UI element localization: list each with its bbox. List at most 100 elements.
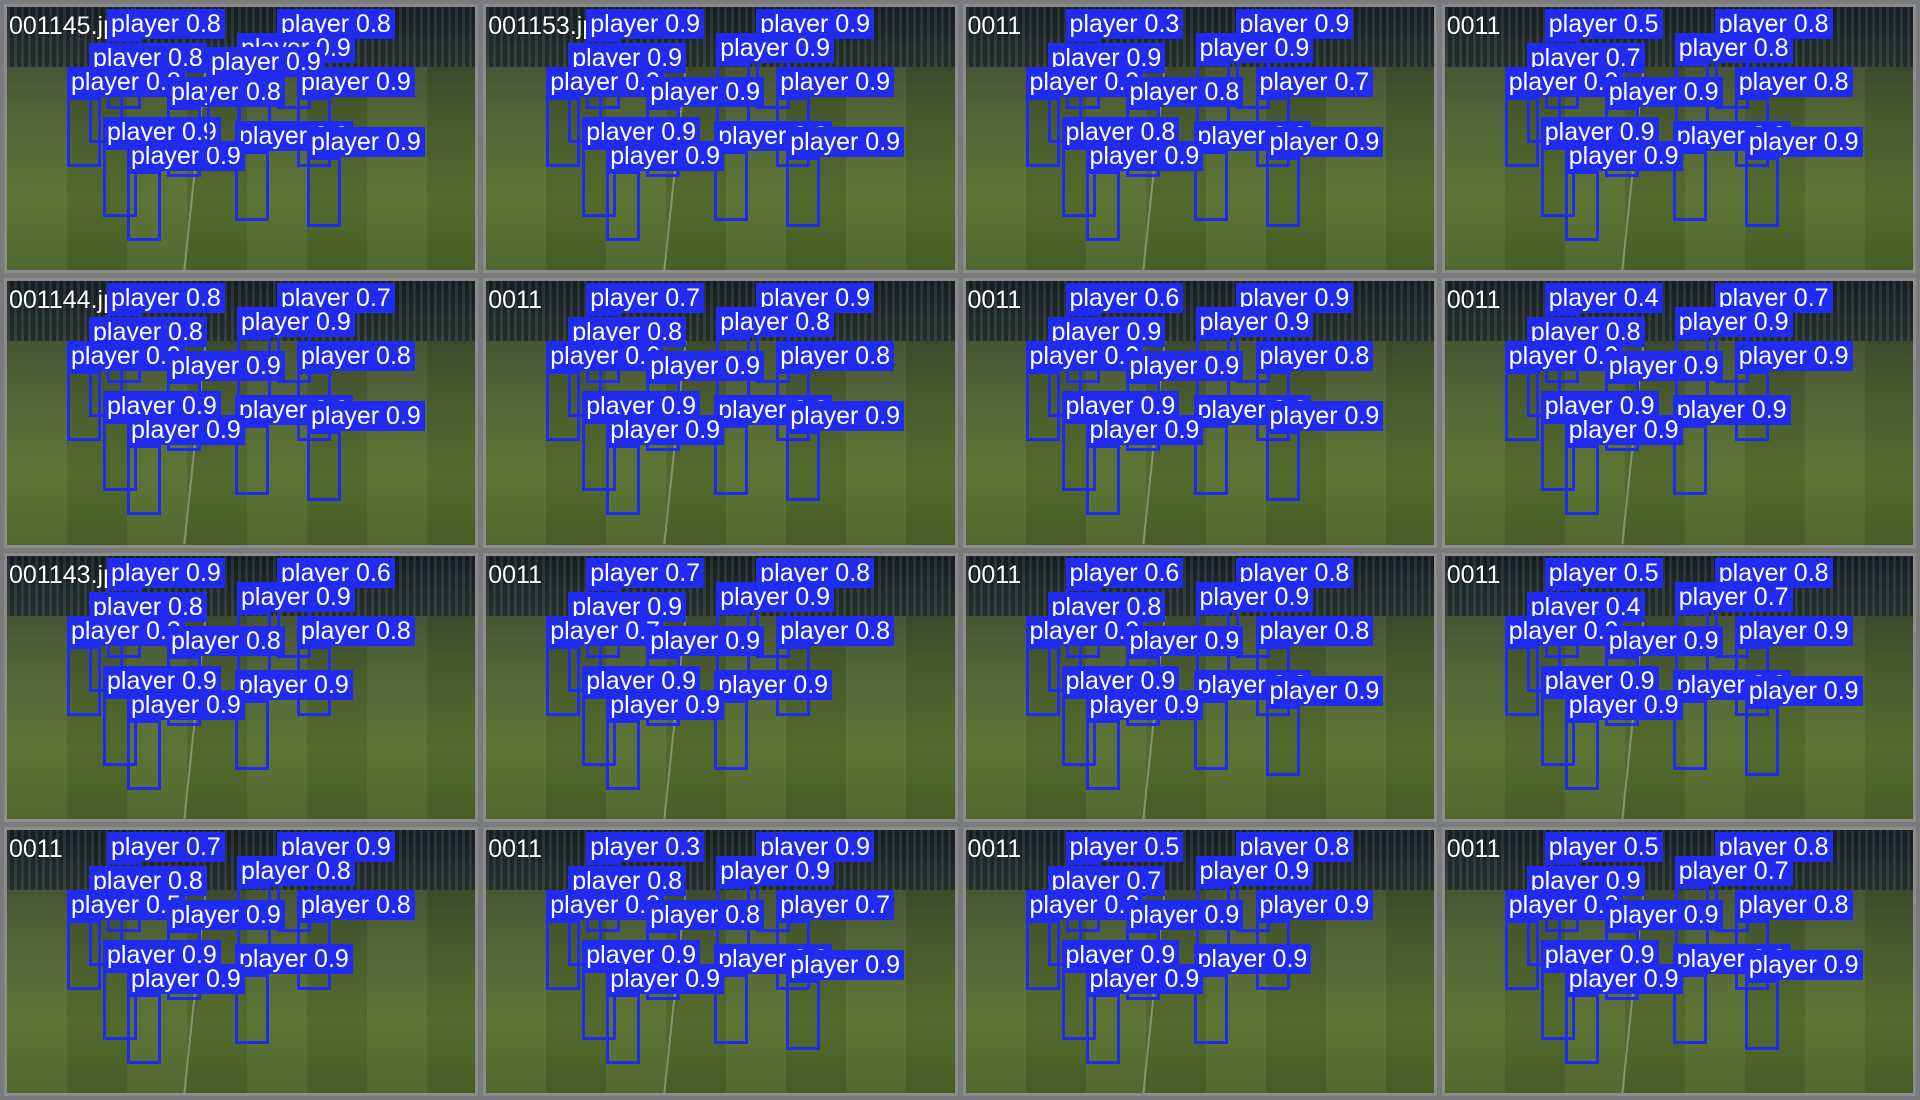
detection-label: player 0.9 [786,127,905,157]
detection-class: player [1738,616,1807,645]
detection-label: player 0.9 [586,9,705,39]
detection-label: player 0.9 [1564,141,1683,171]
image-tile[interactable]: 0011 player 0.5 player 0.8 player 0.7 player… [962,826,1437,1096]
detection-class: player [1738,342,1807,371]
image-tile[interactable]: 001144.jpg player 0.8 player 0.7 player 0.8… [4,278,479,548]
detection-confidence: 0.8 [1334,616,1370,645]
image-tile[interactable]: 0011 player 0.3 player 0.9 player 0.8 player… [483,826,958,1096]
image-tile[interactable]: 0011 player 0.3 player 0.9 player 0.9 player… [962,4,1437,274]
detection-confidence: 0.7 [1753,856,1789,885]
detection-class: player [1069,284,1138,313]
image-tile[interactable]: 0011 player 0.6 player 0.8 player 0.8 player… [962,552,1437,822]
detection-box [1744,705,1779,776]
detection-label: player 0.4 [1544,283,1663,314]
detection-confidence: 0.9 [1751,396,1787,425]
detection-box [1265,431,1300,502]
image-tile[interactable]: 001145.jpg player 0.8 player 0.8 player 0.8… [4,4,479,274]
detection-label: player 0.9 [1085,415,1204,446]
detection-confidence: 0.9 [314,670,349,699]
detection-class: player [131,142,200,170]
detection-class: player [590,832,659,861]
detection-label: player 0.9 [716,33,835,63]
detection-confidence: 0.9 [206,964,241,993]
detection-confidence: 0.9 [206,416,241,445]
detection-class: player [1199,308,1268,337]
detection-class: player [1199,582,1268,611]
detection-class: player [1608,626,1677,655]
detection-confidence: 0.9 [865,950,901,979]
detection-class: player [1508,68,1577,96]
detection-class: player [1069,832,1138,861]
image-tile[interactable]: 0011 player 0.7 player 0.8 player 0.9 player… [483,552,958,822]
tile-filename: 0011 [967,560,1022,589]
detection-confidence: 0.9 [246,900,281,929]
detection-confidence: 0.9 [1683,626,1719,655]
image-tile[interactable]: 0011 player 0.7 player 0.9 player 0.8 player… [483,278,958,548]
detection-confidence: 0.9 [1823,676,1859,705]
image-tile[interactable]: 0011 player 0.5 player 0.8 player 0.7 player… [1441,4,1916,274]
detection-class: player [171,900,240,929]
image-tile[interactable]: 0011 player 0.7 player 0.9 player 0.8 player… [4,826,479,1096]
detection-class: player [1676,670,1745,699]
detection-label: player 0.9 [716,581,835,612]
image-tile[interactable]: 0011 player 0.5 player 0.8 player 0.4 player… [1441,552,1916,822]
detection-class: player [241,308,310,337]
detection-class: player [1508,890,1577,919]
detection-class: player [311,128,380,156]
detection-class: player [71,342,140,371]
detection-label: player 0.9 [606,689,725,720]
detection-class: player [790,402,859,431]
detection-confidence: 0.9 [685,416,721,445]
detection-label: player 0.9 [1195,855,1314,886]
detection-class: player [1748,676,1817,705]
image-tile[interactable]: 0011 player 0.5 player 0.8 player 0.9 player… [1441,826,1916,1096]
detection-box [1564,993,1599,1064]
detection-box [1265,705,1300,776]
detection-confidence: 0.9 [835,832,871,861]
detection-class: player [1129,78,1198,106]
detection-label: player 0.3 [586,831,705,862]
detection-class: player [610,416,679,445]
detection-confidence: 0.9 [246,352,281,381]
detection-box [606,171,641,241]
detection-confidence: 0.9 [356,832,391,861]
detection-box [1025,371,1060,442]
detection-confidence: 0.7 [855,890,891,919]
tile-filename: 0011 [488,286,543,315]
detection-confidence: 0.9 [1823,950,1859,979]
detection-class: player [1269,402,1338,431]
detection-confidence: 0.8 [1314,558,1350,587]
detection-class: player [720,856,789,885]
detection-confidence: 0.9 [1823,128,1859,156]
detection-label: player 0.9 [716,855,835,886]
detection-confidence: 0.9 [1344,402,1380,431]
detection-confidence: 0.8 [1813,68,1849,96]
detection-class: player [1089,142,1158,170]
detection-label: player 0.9 [1265,401,1384,432]
detection-label: player 0.9 [237,581,355,612]
detection-label: player 0.9 [1125,899,1244,930]
tile-filename: 0011 [1446,560,1501,589]
detection-class: player [1678,308,1747,337]
tile-filename: 0011 [1446,834,1501,863]
detection-label: player 0.9 [307,127,425,157]
detection-confidence: 0.8 [835,558,871,587]
image-tile[interactable]: 0011 player 0.4 player 0.7 player 0.8 player… [1441,278,1916,548]
detection-confidence: 0.8 [186,10,221,38]
detection-label: player 0.9 [1193,943,1312,974]
detection-label: player 0.9 [1672,395,1791,426]
detection-class: player [1738,68,1807,96]
detection-box [1504,645,1539,716]
detection-class: player [1508,616,1577,645]
image-tile[interactable]: 0011 player 0.6 player 0.9 player 0.9 player… [962,278,1437,548]
image-tile[interactable]: 001143.jpg player 0.9 player 0.6 player 0.8… [4,552,479,822]
detection-confidence: 0.8 [1793,10,1829,38]
image-tile[interactable]: 001153.jpg player 0.9 player 0.9 player 0.9… [483,4,958,274]
detection-confidence: 0.9 [1164,416,1200,445]
detection-confidence: 0.8 [1753,34,1789,62]
detection-label: player 0.8 [297,341,415,372]
detection-box [546,97,581,167]
detection-label: player 0.8 [297,615,415,646]
detection-class: player [111,832,180,861]
detection-class: player [1568,416,1637,445]
